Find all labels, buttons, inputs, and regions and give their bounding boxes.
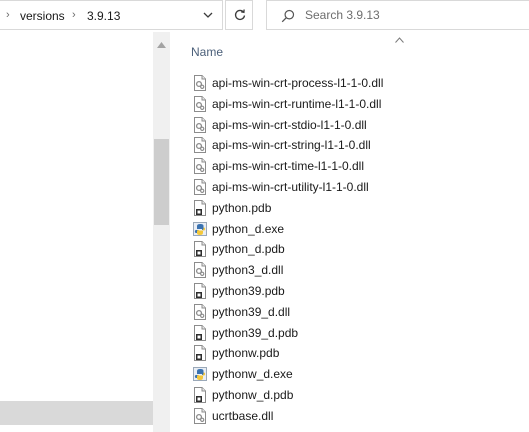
breadcrumb-separator-icon[interactable]: › — [6, 9, 10, 21]
file-row[interactable]: api-ms-win-crt-runtime-l1-1-0.dll — [183, 94, 523, 114]
nav-scrollbar-thumb[interactable] — [154, 139, 169, 225]
pdb-file-icon — [193, 387, 207, 403]
file-row[interactable]: python_d.pdb — [183, 239, 523, 259]
file-name: api-ms-win-crt-runtime-l1-1-0.dll — [212, 96, 382, 111]
dll-file-icon — [193, 75, 207, 91]
dll-file-icon — [193, 303, 207, 320]
file-row[interactable]: api-ms-win-crt-utility-l1-1-0.dll — [183, 177, 523, 197]
file-row[interactable]: python39_d.pdb — [183, 323, 523, 343]
breadcrumb-item[interactable]: 3.9.13 — [87, 9, 120, 23]
search-icon — [281, 9, 295, 23]
dll-file-icon — [193, 179, 207, 195]
file-row[interactable]: api-ms-win-crt-stdio-l1-1-0.dll — [183, 115, 523, 135]
file-row[interactable]: python.pdb — [183, 198, 523, 218]
python-exe-icon — [193, 221, 207, 237]
chevron-down-icon[interactable] — [201, 8, 215, 22]
file-name: api-ms-win-crt-time-l1-1-0.dll — [212, 159, 365, 174]
pdb-file-icon — [193, 345, 207, 362]
file-row[interactable]: api-ms-win-crt-time-l1-1-0.dll — [183, 156, 523, 176]
navigation-pane[interactable] — [0, 32, 170, 432]
address-bar[interactable]: › versions › 3.9.13 — [0, 0, 223, 30]
file-row[interactable]: api-ms-win-crt-string-l1-1-0.dll — [183, 135, 523, 155]
breadcrumb-separator-icon[interactable]: › — [72, 9, 76, 21]
search-input[interactable] — [305, 7, 515, 23]
pdb-file-icon — [193, 199, 207, 216]
file-name: api-ms-win-crt-utility-l1-1-0.dll — [212, 180, 369, 194]
pdb-file-icon — [193, 324, 207, 341]
file-name: api-ms-win-crt-string-l1-1-0.dll — [212, 138, 371, 153]
dll-file-icon — [193, 137, 207, 154]
file-row[interactable]: python39_d.dll — [183, 302, 523, 322]
sort-ascending-icon — [395, 37, 404, 43]
file-name: python3_d.dll — [212, 263, 284, 278]
file-name: python_d.exe — [212, 221, 285, 236]
dll-file-icon — [193, 116, 207, 133]
file-name: api-ms-win-crt-stdio-l1-1-0.dll — [212, 117, 367, 132]
refresh-button[interactable] — [225, 0, 253, 30]
file-name: python.pdb — [212, 200, 272, 215]
file-row[interactable]: python39.pdb — [183, 281, 523, 301]
breadcrumb-item[interactable]: versions — [20, 9, 65, 23]
top-bar: › versions › 3.9.13 — [0, 0, 529, 32]
file-row[interactable]: python_d.exe — [183, 219, 523, 239]
dll-file-icon — [193, 407, 207, 424]
dll-file-icon — [193, 262, 207, 279]
file-name: pythonw_d.pdb — [212, 388, 294, 402]
file-name: python39.pdb — [212, 284, 285, 298]
scroll-up-arrow-icon[interactable] — [157, 42, 166, 48]
file-row[interactable]: pythonw_d.exe — [183, 364, 523, 384]
nav-selected-item[interactable] — [0, 401, 153, 425]
column-header[interactable]: Name — [183, 32, 529, 60]
file-row[interactable]: pythonw.pdb — [183, 343, 523, 363]
file-row[interactable]: api-ms-win-crt-process-l1-1-0.dll — [183, 73, 523, 93]
file-name: pythonw_d.exe — [212, 367, 293, 382]
file-row[interactable]: ucrtbase.dll — [183, 406, 523, 426]
dll-file-icon — [193, 95, 207, 112]
file-row[interactable]: python3_d.dll — [183, 260, 523, 280]
nav-scrollbar[interactable] — [153, 32, 170, 432]
python-exe-icon — [193, 366, 207, 382]
file-rows: api-ms-win-crt-private-l1-1-0.dllapi-ms-… — [183, 32, 529, 432]
search-box[interactable] — [266, 0, 529, 30]
file-name: pythonw.pdb — [212, 346, 280, 361]
column-name-header[interactable]: Name — [191, 45, 223, 59]
refresh-icon — [234, 9, 246, 21]
file-name: ucrtbase.dll — [212, 408, 274, 423]
file-name: python_d.pdb — [212, 242, 285, 257]
file-name: python39_d.pdb — [212, 325, 299, 340]
pdb-file-icon — [193, 241, 207, 258]
dll-file-icon — [193, 158, 207, 175]
file-list[interactable]: api-ms-win-crt-private-l1-1-0.dllapi-ms-… — [183, 32, 529, 432]
file-name: python39_d.dll — [212, 304, 291, 319]
pdb-file-icon — [193, 283, 207, 299]
file-row[interactable]: pythonw_d.pdb — [183, 385, 523, 405]
file-name: api-ms-win-crt-process-l1-1-0.dll — [212, 76, 384, 90]
